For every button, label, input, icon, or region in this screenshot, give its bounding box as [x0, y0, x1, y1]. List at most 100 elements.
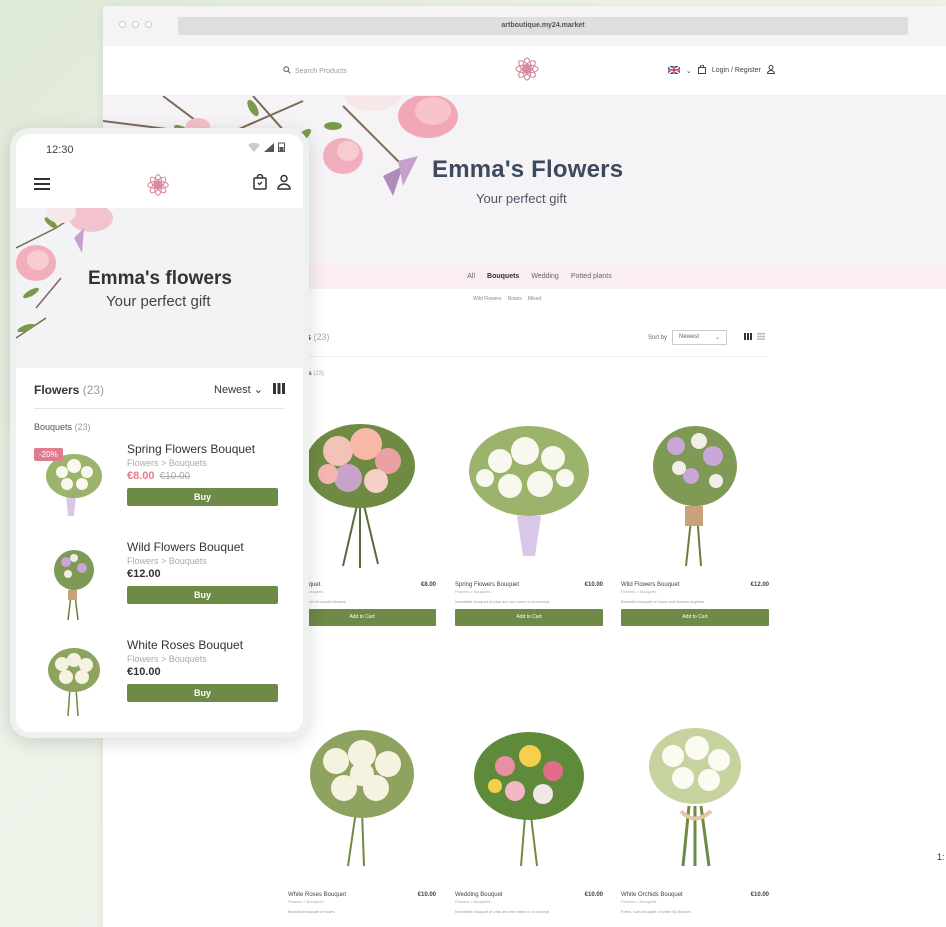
product-price: €10.00	[127, 666, 161, 678]
list-item[interactable]: -20% Spring Flowers Bouquet Flowers > Bo…	[16, 442, 303, 540]
sort-controls: Sort by Newest ⌄	[648, 330, 766, 345]
old-price: €10.00	[159, 471, 191, 482]
mobile-header-actions	[253, 173, 291, 194]
product-name[interactable]: Wild Flowers Bouquet	[127, 540, 278, 554]
product-image[interactable]	[621, 716, 769, 886]
product-image[interactable]	[288, 406, 436, 576]
product-image[interactable]	[34, 542, 109, 622]
product-name[interactable]: Spring Flowers Bouquet	[455, 582, 519, 588]
tab-potted-plants[interactable]: Potted plants	[571, 273, 612, 280]
chevron-down-icon[interactable]: ⌄	[686, 67, 692, 75]
product-description: Incredible bouquet of pink and red roses…	[455, 909, 550, 914]
tab-wedding[interactable]: Wedding	[531, 273, 559, 280]
grid-view-icon[interactable]	[744, 333, 753, 342]
menu-icon[interactable]	[34, 178, 50, 190]
product-name[interactable]: White Orchids Bouquet	[621, 892, 683, 898]
language-flag-icon[interactable]	[667, 64, 681, 76]
subcategory-wild-flowers[interactable]: Wild Flowers	[473, 296, 502, 302]
logo-icon[interactable]	[512, 54, 542, 84]
product-card[interactable]: Wild Flowers Bouquet €12.00 Flowers > Bo…	[621, 406, 769, 626]
hero-subtitle: Your perfect gift	[476, 191, 567, 206]
buy-button[interactable]: Buy	[127, 488, 278, 506]
product-price: €12.00	[127, 568, 161, 580]
product-card[interactable]: Wedding Bouquet €10.00 Flowers > Bouquet…	[455, 716, 603, 914]
cart-icon[interactable]	[253, 173, 267, 194]
product-name[interactable]: Spring Flowers Bouquet	[127, 442, 278, 456]
minimize-dot[interactable]	[132, 21, 139, 28]
product-image[interactable]	[34, 640, 109, 720]
product-card[interactable]: White Orchids Bouquet €10.00 Flowers > B…	[621, 716, 769, 914]
product-info: Spring Flowers Bouquet Flowers > Bouquet…	[127, 442, 278, 506]
product-image[interactable]	[455, 406, 603, 576]
product-card[interactable]: rse Bouquet €8.00 Flowers > Bouquets lov…	[288, 406, 436, 626]
product-breadcrumb: Flowers > Bouquets	[621, 589, 657, 594]
subcategory-mixed[interactable]: Mixed	[528, 296, 541, 302]
mobile-list-header: Flowers (23) Newest ⌄	[16, 368, 303, 408]
add-to-cart-button[interactable]: Add to Cart	[621, 609, 769, 626]
tab-bouquets[interactable]: Bouquets	[487, 273, 519, 280]
product-card[interactable]: Spring Flowers Bouquet €10.00 Flowers > …	[455, 406, 603, 626]
product-breadcrumb: Flowers > Bouquets	[621, 899, 657, 904]
add-to-cart-button[interactable]: Add to Cart	[455, 609, 603, 626]
mobile-subcategory-label: Bouquets (23)	[34, 422, 285, 432]
list-item[interactable]: Wild Flowers Bouquet Flowers > Bouquets …	[16, 540, 303, 638]
user-icon[interactable]	[277, 174, 291, 194]
sort-select[interactable]: Newest ⌄	[672, 330, 728, 345]
product-price: €10.00	[750, 892, 769, 898]
cart-icon[interactable]	[697, 64, 706, 76]
product-price: €12.00	[750, 582, 769, 588]
status-time: 12:30	[46, 144, 74, 156]
close-dot[interactable]	[119, 21, 126, 28]
add-to-cart-button[interactable]: Add to Cart	[288, 609, 436, 626]
product-name[interactable]: Wedding Bouquet	[455, 892, 503, 898]
product-description: Beautiful bouquet of roses and flowers a…	[621, 599, 705, 604]
list-item[interactable]: White Roses Bouquet Flowers > Bouquets €…	[16, 638, 303, 732]
product-price: €8.00	[420, 582, 436, 588]
logo-icon[interactable]	[144, 171, 172, 199]
battery-icon	[278, 142, 285, 152]
sort-label: Sort by	[648, 334, 668, 341]
mobile-sort-select[interactable]: Newest ⌄	[214, 383, 263, 397]
product-name[interactable]: White Roses Bouquet	[127, 638, 278, 652]
product-card[interactable]: White Roses Bouquet €10.00 Flowers > Bou…	[288, 716, 436, 914]
product-breadcrumb: Flowers > Bouquets	[127, 458, 207, 468]
subcategory-count: (23)	[313, 371, 325, 377]
product-row: rse Bouquet €8.00	[288, 582, 436, 588]
user-icon[interactable]	[766, 65, 775, 76]
product-breadcrumb: Flowers > Bouquets	[455, 899, 491, 904]
browser-chrome: artboutique.my24.market	[103, 6, 946, 46]
search-input[interactable]: Search Products	[283, 66, 347, 76]
product-image[interactable]	[621, 406, 769, 576]
list-divider	[298, 356, 768, 357]
product-price: €8.00 €10.00	[127, 470, 278, 482]
buy-button[interactable]: Buy	[127, 586, 278, 604]
chevron-down-icon: ⌄	[714, 335, 721, 341]
product-name[interactable]: White Roses Bouquet	[288, 892, 346, 898]
grid-view-icon[interactable]	[273, 383, 285, 397]
window-controls	[119, 21, 152, 28]
address-bar[interactable]: artboutique.my24.market	[178, 17, 908, 35]
product-row: White Orchids Bouquet €10.00	[621, 892, 769, 898]
buy-button[interactable]: Buy	[127, 684, 278, 702]
product-image[interactable]	[455, 716, 603, 886]
product-row: Wild Flowers Bouquet €12.00	[621, 582, 769, 588]
product-breadcrumb: Flowers > Bouquets	[288, 899, 324, 904]
tab-all[interactable]: All	[467, 273, 475, 280]
mobile-list-title: Flowers (23)	[34, 383, 104, 397]
product-name[interactable]: Wild Flowers Bouquet	[621, 582, 679, 588]
subcategory-nav: Wild Flowers Roses Mixed	[473, 296, 541, 302]
product-info: White Roses Bouquet Flowers > Bouquets €…	[127, 638, 278, 702]
login-link[interactable]: Login / Register	[712, 67, 761, 74]
status-icons	[248, 142, 285, 152]
subcategory-roses[interactable]: Roses	[508, 296, 522, 302]
product-description: Fresh, lush bouquet of white lily flower…	[621, 909, 691, 914]
product-breadcrumb: Flowers > Bouquets	[455, 589, 491, 594]
search-icon	[283, 66, 291, 76]
maximize-dot[interactable]	[145, 21, 152, 28]
product-image[interactable]	[288, 716, 436, 886]
product-price: €10.00	[417, 892, 436, 898]
list-view-icon[interactable]	[757, 333, 766, 342]
sort-value: Newest	[679, 334, 700, 340]
header-actions: ⌄ Login / Register	[667, 64, 775, 76]
site-header: Search Products ⌄ Login / Register	[103, 46, 946, 96]
